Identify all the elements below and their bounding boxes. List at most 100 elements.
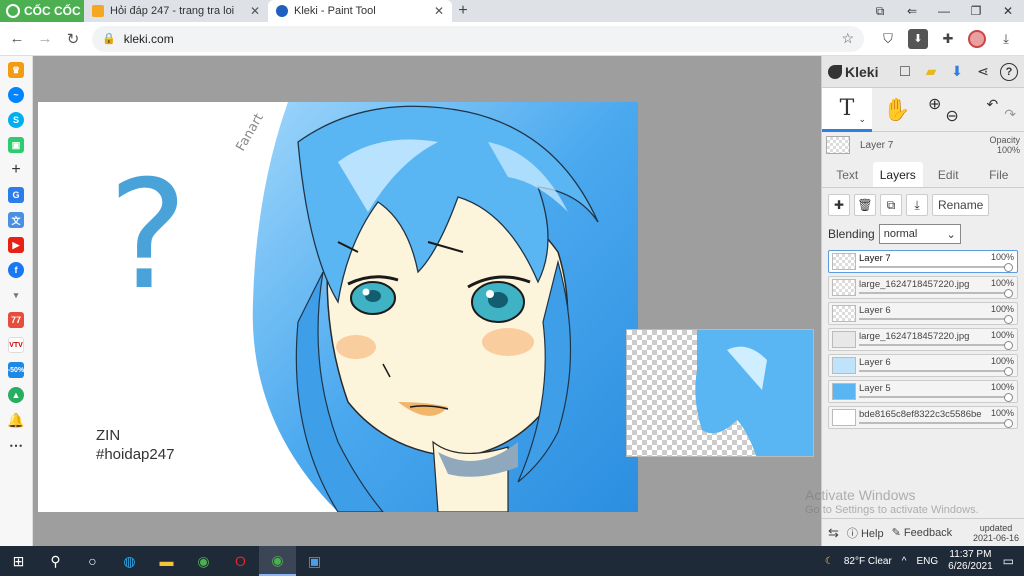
dictionary-icon[interactable]: 文 xyxy=(8,212,24,228)
notification-icon[interactable]: ▭ xyxy=(1003,554,1014,568)
feedback-button[interactable]: ✎ Feedback xyxy=(892,526,953,539)
rename-layer-button[interactable]: Rename xyxy=(932,194,990,216)
blending-select[interactable]: normal ⌄ xyxy=(878,224,961,244)
profile-avatar[interactable] xyxy=(968,29,986,48)
new-tab-button[interactable]: + xyxy=(452,0,474,22)
layer-item[interactable]: bde8165c8ef8322c3c5586be 100% xyxy=(828,406,1018,429)
open-folder-icon[interactable]: ▰ xyxy=(922,63,940,81)
add-icon[interactable]: + xyxy=(8,161,24,178)
layer-item[interactable]: Layer 5 100% xyxy=(828,380,1018,403)
restore-button[interactable]: ❐ xyxy=(960,0,992,22)
delete-layer-button[interactable]: 🗑 xyxy=(854,194,876,216)
shopping-icon[interactable]: 77 xyxy=(8,312,24,328)
weather-text[interactable]: 82°F Clear xyxy=(844,556,892,567)
layer-item[interactable]: large_1624718457220.jpg 100% xyxy=(828,276,1018,299)
reload-icon[interactable]: ↻ xyxy=(64,30,82,48)
layer-opacity-knob[interactable] xyxy=(1004,315,1013,324)
hand-tool-button[interactable]: ✋ xyxy=(872,88,922,132)
layer-item[interactable]: Layer 6 100% xyxy=(828,354,1018,377)
language-indicator[interactable]: ENG xyxy=(916,556,938,567)
current-layer-opacity[interactable]: Opacity 100% xyxy=(989,135,1020,155)
redo-icon[interactable]: ↷ xyxy=(1004,106,1016,123)
layer-item[interactable]: Layer 6 100% xyxy=(828,302,1018,325)
layer-opacity-knob[interactable] xyxy=(1004,263,1013,272)
download-icon[interactable]: ⤓ xyxy=(996,29,1016,49)
edge-icon[interactable]: ◍ xyxy=(111,546,148,576)
layer-opacity-knob[interactable] xyxy=(1004,289,1013,298)
tab-edit[interactable]: Edit xyxy=(923,162,974,187)
swap-icon[interactable]: ⇆ xyxy=(828,525,839,541)
back-arrow-icon[interactable]: ← xyxy=(8,30,26,48)
add-layer-button[interactable]: ✚ xyxy=(828,194,850,216)
url-input[interactable]: 🔒 kleki.com ☆ xyxy=(92,25,864,52)
chevron-down-icon[interactable]: ▾ xyxy=(8,287,24,303)
tab-kleki[interactable]: Kleki - Paint Tool ✕ xyxy=(268,0,452,22)
tab-text[interactable]: Text xyxy=(822,162,873,187)
drawing-canvas[interactable]: ? Fanart ZIN #hoidap247 xyxy=(38,102,638,512)
shield-icon[interactable]: ⛉ xyxy=(878,29,898,49)
layer-opacity-slider[interactable] xyxy=(859,292,1009,294)
windows-start-icon[interactable]: ⊞ xyxy=(0,546,37,576)
search-icon[interactable]: ⚲ xyxy=(37,546,74,576)
minimize-button[interactable]: — xyxy=(928,0,960,22)
download-manager-icon[interactable]: ⬇ xyxy=(908,28,928,49)
bell-icon[interactable]: 🔔 xyxy=(7,412,24,428)
close-icon[interactable]: ✕ xyxy=(434,4,444,18)
text-tool-button[interactable]: T ⌄ xyxy=(822,87,872,132)
help-icon[interactable]: ? xyxy=(1000,62,1018,81)
merge-layer-button[interactable]: ⤓ xyxy=(906,194,928,216)
new-image-icon[interactable]: □ xyxy=(896,63,914,81)
layer-opacity-knob[interactable] xyxy=(1004,393,1013,402)
help-button[interactable]: ⓘ Help xyxy=(847,525,884,541)
layer-item[interactable]: Layer 7 100% xyxy=(828,250,1018,273)
messenger-icon[interactable]: ~ xyxy=(8,87,24,103)
extensions-puzzle-icon[interactable]: ✚ xyxy=(938,29,958,49)
coccoc-taskbar-icon[interactable]: ◉ xyxy=(185,546,222,576)
coccoc-active-window-icon[interactable]: ◉ xyxy=(259,546,296,576)
close-window-button[interactable]: ✕ xyxy=(992,0,1024,22)
facebook-icon[interactable]: f xyxy=(8,262,24,278)
duplicate-layer-button[interactable]: ⧉ xyxy=(880,194,902,216)
forward-arrow-icon[interactable]: → xyxy=(36,30,54,48)
chevron-down-icon[interactable]: ⌄ xyxy=(858,114,866,125)
zoom-out-icon[interactable]: ⊖ xyxy=(945,106,958,126)
layer-opacity-slider[interactable] xyxy=(859,370,1009,372)
layer-opacity-slider[interactable] xyxy=(859,344,1009,346)
close-icon[interactable]: ✕ xyxy=(250,4,260,18)
graduation-cap-icon[interactable]: ▲ xyxy=(8,387,24,403)
crown-icon[interactable]: ♛ xyxy=(8,62,24,78)
layer-opacity-slider[interactable] xyxy=(859,318,1009,320)
layer-opacity-knob[interactable] xyxy=(1004,367,1013,376)
layer-item[interactable]: large_1624718457220.jpg 100% xyxy=(828,328,1018,351)
tab-hoidap247[interactable]: Hỏi đáp 247 - trang tra loi ✕ xyxy=(84,0,268,22)
clock[interactable]: 11:37 PM 6/26/2021 xyxy=(948,549,993,573)
file-explorer-icon[interactable]: ▬ xyxy=(148,546,185,576)
bookmark-star-icon[interactable]: ☆ xyxy=(841,30,854,47)
zoom-in-icon[interactable]: ⊕ xyxy=(928,94,941,126)
youtube-icon[interactable]: ▶ xyxy=(8,237,24,253)
cast-icon[interactable]: ⧉ xyxy=(864,0,896,22)
tab-file[interactable]: File xyxy=(974,162,1024,187)
back-history-icon[interactable]: ⇐ xyxy=(896,0,928,22)
save-download-icon[interactable]: ⬇ xyxy=(948,63,966,81)
layer-opacity-slider[interactable] xyxy=(859,266,1009,268)
vtv-icon[interactable]: VTV xyxy=(8,337,24,353)
layer-opacity-slider[interactable] xyxy=(859,422,1009,424)
browser-menu-button[interactable]: CỐC CỐC xyxy=(0,0,84,22)
layer-opacity-slider[interactable] xyxy=(859,396,1009,398)
skype-icon[interactable]: S xyxy=(8,112,24,128)
game-icon[interactable]: ▣ xyxy=(8,137,24,153)
tiki-icon[interactable]: -50% xyxy=(8,362,24,378)
undo-icon[interactable]: ↶ xyxy=(987,96,999,123)
chevron-up-icon[interactable]: ^ xyxy=(902,556,907,567)
photos-icon[interactable]: ▣ xyxy=(296,546,333,576)
share-icon[interactable]: ⋖ xyxy=(974,63,992,81)
tab-layers[interactable]: Layers xyxy=(872,162,923,187)
canvas-workspace[interactable]: ? Fanart ZIN #hoidap247 xyxy=(33,56,821,546)
task-view-icon[interactable]: ○ xyxy=(74,546,111,576)
layer-opacity-knob[interactable] xyxy=(1004,419,1013,428)
layer-opacity-knob[interactable] xyxy=(1004,341,1013,350)
more-icon[interactable]: ⋯ xyxy=(8,437,24,453)
translate-icon[interactable]: G xyxy=(8,187,24,203)
opera-icon[interactable]: O xyxy=(222,546,259,576)
